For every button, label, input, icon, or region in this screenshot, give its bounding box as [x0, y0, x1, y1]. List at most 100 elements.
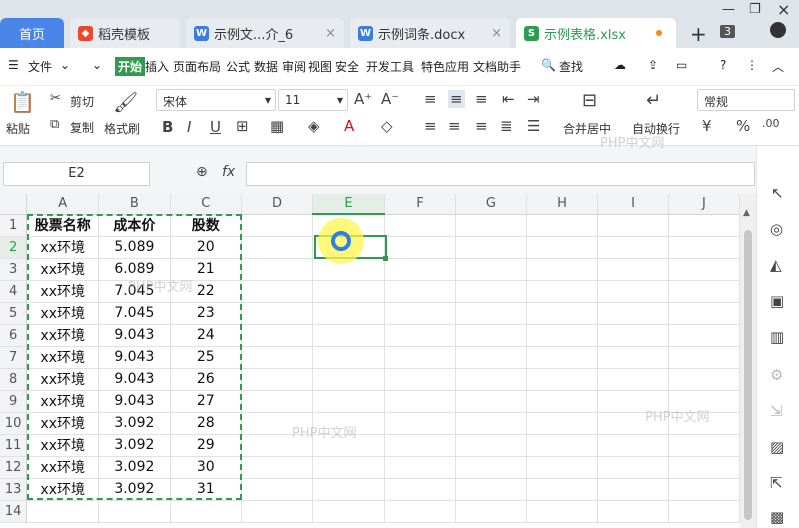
cell[interactable]: 24 [170, 324, 242, 347]
close-window-icon[interactable]: × [777, 0, 790, 19]
cell[interactable] [241, 390, 313, 413]
cell[interactable]: 20 [170, 236, 242, 259]
share-icon[interactable]: ⇪ [648, 58, 658, 72]
cell[interactable]: 31 [170, 478, 242, 501]
cell[interactable] [526, 280, 599, 303]
menu-review[interactable]: 审阅 [282, 58, 306, 75]
paste-icon[interactable]: 📋 [10, 90, 35, 114]
cell[interactable]: xx环境 [26, 236, 100, 259]
cell[interactable] [241, 500, 313, 523]
collapse-icon[interactable]: ⌄ [92, 58, 102, 72]
font-family-select[interactable]: 宋体 ▾ [156, 89, 276, 111]
chart-icon[interactable]: ▥ [770, 328, 784, 346]
cell[interactable]: xx环境 [26, 258, 100, 281]
cell[interactable]: 28 [170, 412, 242, 435]
cell[interactable] [597, 500, 669, 523]
cell[interactable] [455, 500, 527, 523]
name-box[interactable]: E2 [3, 162, 150, 186]
cell[interactable] [384, 280, 456, 303]
column-header-b[interactable]: B [98, 194, 171, 215]
cell[interactable]: 股票名称 [26, 214, 100, 237]
cell[interactable] [312, 324, 385, 347]
cell[interactable] [455, 434, 527, 457]
cell[interactable] [597, 280, 669, 303]
cloud-sync-icon[interactable]: ☁ [614, 58, 626, 72]
cell[interactable] [241, 302, 313, 325]
cell[interactable] [526, 456, 599, 479]
cell[interactable] [597, 258, 669, 281]
copy-icon[interactable]: ⧉ [50, 117, 59, 132]
column-header-e[interactable]: E [312, 194, 385, 215]
scroll-thumb[interactable] [744, 230, 752, 520]
fx-icon[interactable]: fx [222, 164, 235, 180]
cell[interactable] [241, 214, 313, 237]
row-header[interactable]: 13 [0, 478, 28, 501]
align-middle-icon[interactable]: ≡ [448, 90, 465, 108]
cell[interactable] [241, 258, 313, 281]
cell[interactable] [526, 390, 599, 413]
cell[interactable]: 3.092 [98, 412, 171, 435]
decimal-icon[interactable]: .00 [762, 117, 780, 130]
column-header-h[interactable]: H [526, 194, 599, 215]
share-out-icon[interactable]: ⇱ [770, 474, 783, 492]
tab-spreadsheet[interactable]: S 示例表格.xlsx [516, 18, 676, 48]
cell[interactable] [597, 456, 669, 479]
cell[interactable] [597, 390, 669, 413]
cell[interactable] [526, 346, 599, 369]
column-header-i[interactable]: I [597, 194, 669, 215]
cell[interactable] [597, 324, 669, 347]
tab-doc-2[interactable]: W 示例词条.docx × [350, 18, 510, 48]
cell[interactable] [597, 478, 669, 501]
eraser-icon[interactable]: ◇ [381, 117, 393, 135]
menu-security[interactable]: 安全 [335, 58, 359, 75]
picture-icon[interactable]: ▩ [770, 508, 784, 526]
cell[interactable]: 26 [170, 368, 242, 391]
column-header-f[interactable]: F [384, 194, 456, 215]
spreadsheet-grid[interactable]: A B C D E F G H I J 1 股票名称 成本价 股数 2 xx环境 5.089 20 3 xx环境 6.0… [0, 194, 740, 528]
cell[interactable] [384, 324, 456, 347]
cell[interactable]: xx环境 [26, 434, 100, 457]
row-header[interactable]: 8 [0, 368, 28, 391]
shapes-icon[interactable]: ◎ [770, 220, 783, 238]
font-grow-icon[interactable]: A⁺ [354, 90, 372, 108]
menu-developer[interactable]: 开发工具 [366, 58, 414, 75]
cell[interactable]: 9.043 [98, 346, 171, 369]
cell[interactable] [384, 478, 456, 501]
copy-button[interactable]: 复制 [70, 119, 94, 136]
avatar[interactable] [770, 22, 786, 38]
cell[interactable] [668, 390, 740, 413]
cell[interactable] [597, 236, 669, 259]
tab-doc-1[interactable]: W 示例文...介_6 × [186, 18, 344, 48]
cell[interactable]: 22 [170, 280, 242, 303]
cell[interactable] [384, 346, 456, 369]
italic-icon[interactable]: I [187, 118, 191, 136]
cell[interactable] [668, 434, 740, 457]
cell[interactable]: 7.045 [98, 280, 171, 303]
cell[interactable] [668, 346, 740, 369]
cell[interactable] [455, 258, 527, 281]
merge-center-button[interactable]: 合并居中 [563, 120, 611, 137]
cell[interactable] [26, 500, 100, 523]
align-left-icon[interactable]: ≡ [424, 117, 437, 135]
cell[interactable] [526, 236, 599, 259]
cell[interactable] [668, 280, 740, 303]
cell[interactable] [455, 236, 527, 259]
cell[interactable] [312, 368, 385, 391]
row-header[interactable]: 6 [0, 324, 28, 347]
cell[interactable]: 7.045 [98, 302, 171, 325]
cell[interactable]: 9.043 [98, 324, 171, 347]
row-header[interactable]: 14 [0, 500, 28, 523]
tab-docer-template[interactable]: ◆ 稻壳模板 [70, 18, 180, 48]
cell[interactable]: 股数 [170, 214, 242, 237]
cell[interactable] [312, 500, 385, 523]
cell[interactable] [384, 302, 456, 325]
cell[interactable] [241, 478, 313, 501]
row-header[interactable]: 4 [0, 280, 28, 303]
cell[interactable]: xx环境 [26, 390, 100, 413]
cell[interactable]: xx环境 [26, 368, 100, 391]
cell[interactable] [384, 368, 456, 391]
cell[interactable] [241, 368, 313, 391]
cell[interactable]: 29 [170, 434, 242, 457]
underline-icon[interactable]: U [210, 118, 221, 136]
cell[interactable] [241, 324, 313, 347]
